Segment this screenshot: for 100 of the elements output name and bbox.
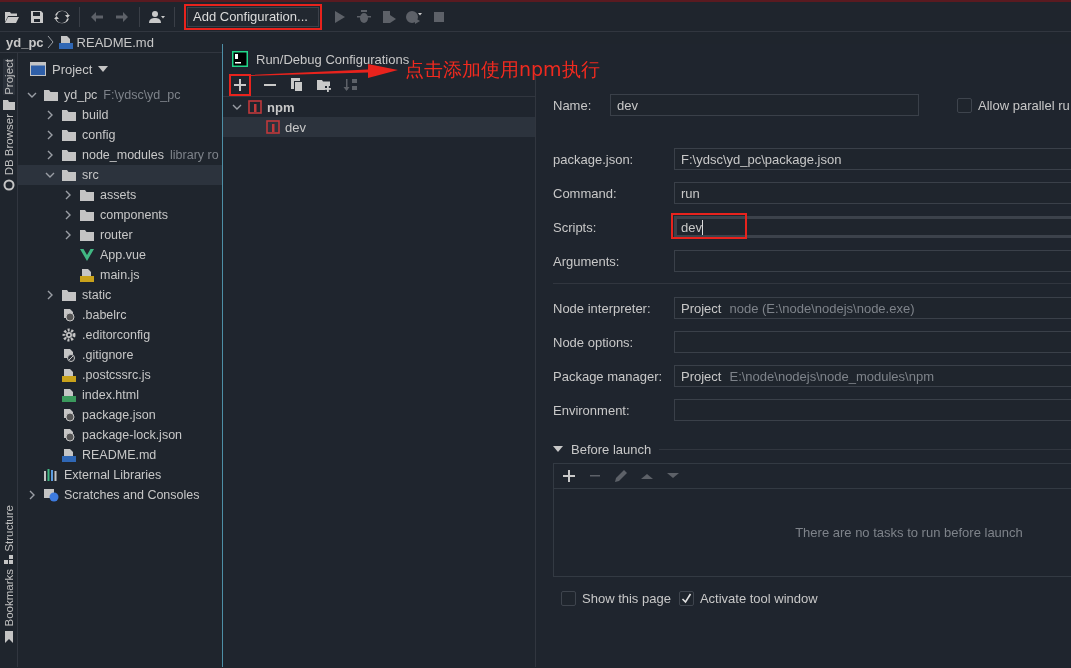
- structure-icon: [3, 555, 14, 566]
- tool-window-tab[interactable]: Structure: [2, 504, 15, 552]
- copy-icon[interactable]: [289, 77, 305, 93]
- text-field[interactable]: run: [674, 182, 1071, 204]
- edit-pencil-icon[interactable]: [613, 468, 629, 484]
- add-icon[interactable]: [561, 468, 577, 484]
- tool-window-tab[interactable]: Project: [2, 59, 15, 95]
- checkbox[interactable]: [678, 591, 694, 606]
- item-label: components: [100, 208, 169, 222]
- npm-icon: [248, 100, 262, 114]
- tree-item[interactable]: npm: [223, 97, 535, 117]
- js-file-icon: [61, 368, 77, 382]
- bookmark-icon: [3, 631, 14, 643]
- collapse-chevron-icon: [232, 102, 242, 112]
- text-field[interactable]: dev: [674, 216, 1071, 238]
- item-label: .editorconfig: [82, 328, 151, 342]
- folder-icon: [79, 208, 95, 222]
- field-hint: node (E:\node\nodejs\node.exe): [729, 300, 915, 316]
- tree-item[interactable]: components: [18, 205, 222, 225]
- item-label: index.html: [82, 388, 139, 402]
- text-field[interactable]: [674, 250, 1071, 272]
- tree-item[interactable]: config: [18, 125, 222, 145]
- user-dropdown-icon[interactable]: [149, 8, 165, 25]
- config-file-icon: [61, 308, 77, 322]
- expand-chevron-icon: [27, 490, 37, 500]
- tree-item[interactable]: static: [18, 285, 222, 305]
- tree-item[interactable]: node_modules library ro: [18, 145, 222, 165]
- section-title[interactable]: Before launch: [571, 441, 652, 457]
- item-label: Scratches and Consoles: [64, 488, 200, 502]
- checkbox[interactable]: [561, 591, 576, 606]
- field-label: Command:: [553, 185, 618, 201]
- expand-chevron-icon: [45, 290, 55, 300]
- text-field[interactable]: dev: [610, 94, 919, 116]
- item-label: package-lock.json: [82, 428, 183, 442]
- text-field[interactable]: Project node (E:\node\nodejs\node.exe): [674, 297, 1071, 319]
- tree-item[interactable]: src: [18, 165, 222, 185]
- profiler-dropdown-icon[interactable]: [405, 8, 422, 25]
- markdown-file-icon: [57, 35, 74, 49]
- tree-item[interactable]: router: [18, 225, 222, 245]
- item-label: static: [82, 288, 112, 302]
- tree-item[interactable]: build: [18, 105, 222, 125]
- tree-item[interactable]: yd_pc F:\ydsc\yd_pc: [18, 85, 222, 105]
- tree-item[interactable]: App.vue: [18, 245, 222, 265]
- tree-item[interactable]: assets: [18, 185, 222, 205]
- folder-icon: [61, 288, 77, 302]
- text-field[interactable]: Project E:\node\nodejs\node_modules\npm: [674, 365, 1071, 387]
- checkbox-label: Show this page: [582, 591, 671, 606]
- tree-item[interactable]: .babelrc: [18, 305, 222, 325]
- collapse-caret-icon[interactable]: [553, 445, 563, 453]
- config-file-icon: [61, 408, 77, 422]
- item-label: router: [100, 228, 133, 242]
- folder-icon: [61, 128, 77, 142]
- tree-item[interactable]: .postcssrc.js: [18, 365, 222, 385]
- tree-item[interactable]: main.js: [18, 265, 222, 285]
- text-field[interactable]: F:\ydsc\yd_pc\package.json: [674, 148, 1071, 170]
- console-icon: [43, 488, 59, 502]
- coverage-icon[interactable]: [380, 8, 397, 25]
- js-file-icon: [79, 268, 95, 282]
- folder-icon: [43, 88, 59, 102]
- tree-item[interactable]: package.json: [18, 405, 222, 425]
- tree-item[interactable]: .editorconfig: [18, 325, 222, 345]
- path-hint: F:\ydsc\yd_pc: [103, 88, 181, 102]
- field-label: Environment:: [553, 402, 631, 418]
- sync-icon[interactable]: [54, 8, 70, 25]
- folder-icon: [61, 168, 77, 182]
- tree-item[interactable]: index.html: [18, 385, 222, 405]
- tree-item[interactable]: External Libraries: [18, 465, 222, 485]
- item-label: package.json: [82, 408, 156, 422]
- field-label: Node interpreter:: [553, 300, 652, 316]
- breadcrumb-item[interactable]: yd_pc: [6, 34, 44, 50]
- tree-item[interactable]: package-lock.json: [18, 425, 222, 445]
- field-label: Node options:: [553, 334, 635, 350]
- gear-icon: [61, 328, 77, 342]
- folder-icon: [61, 148, 77, 162]
- tool-window-tab[interactable]: Bookmarks: [2, 569, 15, 627]
- tree-item[interactable]: Scratches and Consoles: [18, 485, 222, 505]
- text-field[interactable]: [674, 399, 1071, 421]
- save-icon[interactable]: [29, 8, 45, 25]
- item-label: node_modules: [82, 148, 164, 162]
- checkbox[interactable]: [957, 97, 972, 113]
- panel-title[interactable]: Project: [52, 61, 93, 77]
- window-icon: [30, 62, 46, 76]
- collapse-chevron-icon: [45, 170, 55, 180]
- text-field[interactable]: [674, 331, 1071, 353]
- breadcrumb-item[interactable]: README.md: [76, 34, 154, 50]
- dropdown-caret-icon: [98, 66, 109, 72]
- tree-item[interactable]: dev: [223, 117, 535, 137]
- new-folder-icon[interactable]: [316, 77, 332, 93]
- checkbox-label: Allow parallel ru: [978, 97, 1070, 113]
- debug-icon[interactable]: [355, 8, 372, 25]
- item-label: App.vue: [100, 248, 146, 262]
- tree-item[interactable]: .gitignore: [18, 345, 222, 365]
- tool-window-tab[interactable]: DB Browser: [2, 113, 15, 176]
- npm-icon: [266, 120, 280, 134]
- item-label: config: [82, 128, 116, 142]
- sort-icon[interactable]: [343, 77, 359, 93]
- chevron-right-icon: [46, 35, 55, 49]
- item-label: .gitignore: [82, 348, 134, 362]
- tree-item[interactable]: README.md: [18, 445, 222, 465]
- add-configuration-button[interactable]: Add Configuration...: [187, 6, 319, 27]
